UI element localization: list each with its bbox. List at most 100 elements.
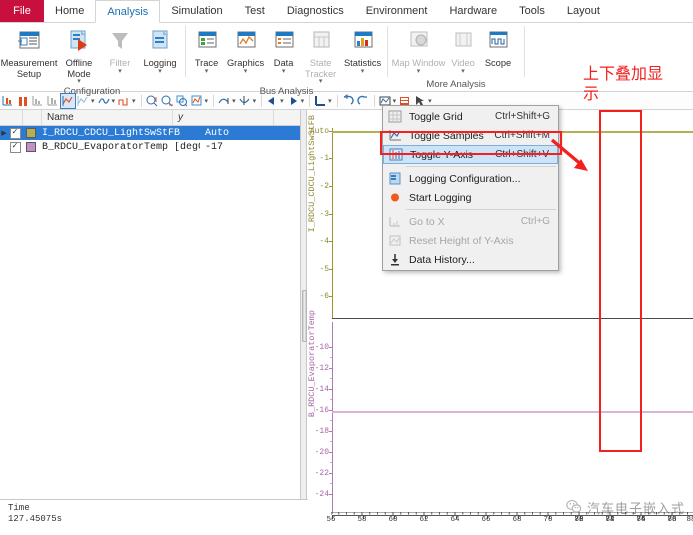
map-window-button[interactable]: Map Window ▾ [391,26,446,75]
scope-button[interactable]: Scope [480,26,516,69]
grid-header-name[interactable]: Name [42,110,173,125]
x-tick-label: 88 [686,516,693,524]
tab-simulation[interactable]: Simulation [160,0,233,22]
y-axis-line-pane1 [332,128,333,318]
data-button[interactable]: Data ▾ [267,26,300,75]
y-tick [329,296,332,297]
legend-caret-icon[interactable]: ▾ [393,97,397,105]
map-window-caret-icon[interactable]: ▾ [417,68,421,75]
menu-item-logging-configuration[interactable]: Logging Configuration... [383,169,558,188]
tab-hardware[interactable]: Hardware [438,0,508,22]
tab-analysis[interactable]: Analysis [95,0,161,23]
row-expander-icon[interactable]: ▶ [0,129,8,138]
y-tick-label: -22 [314,469,329,478]
step-icon[interactable] [117,94,131,108]
tab-home[interactable]: Home [44,0,95,22]
statistics-caret-icon[interactable]: ▾ [361,68,365,75]
marker-left-icon[interactable] [31,94,45,108]
step-back-icon[interactable] [265,94,279,108]
zoom-fit-icon[interactable] [190,94,204,108]
tab-environment[interactable]: Environment [355,0,439,22]
pause-icon[interactable] [16,94,30,108]
video-button[interactable]: Video ▾ [446,26,480,75]
statistics-button[interactable]: Statistics ▾ [341,26,384,75]
axis-origin-icon[interactable] [313,94,327,108]
logging-caret-icon[interactable]: ▾ [158,68,162,75]
state-tracker-button[interactable]: State Tracker ▾ [300,26,341,85]
y-tick-label: -20 [314,448,329,457]
marker-right-icon[interactable] [46,94,60,108]
map-window-icon [404,28,434,56]
smooth-curve-icon[interactable] [76,94,90,108]
wave-icon[interactable] [97,94,111,108]
menu-item-start-logging[interactable]: Start Logging [383,188,558,207]
video-caret-icon[interactable]: ▾ [461,68,465,75]
y-tick-label: -3 [319,210,329,219]
y-tick [329,431,332,432]
offline-mode-icon [64,28,94,56]
data-caret-icon[interactable]: ▾ [282,68,286,75]
row-checkbox[interactable]: ✓ [8,141,22,153]
zoom-area-icon[interactable] [175,94,189,108]
fit-curve-icon[interactable] [60,92,76,109]
row-checkbox[interactable]: ✓ [8,127,22,139]
group-label-more-analysis: More Analysis [426,79,486,90]
step-forward-icon[interactable] [286,94,300,108]
grid-header-y[interactable]: y [173,110,274,125]
menu-item-data-history[interactable]: Data History... [383,250,558,269]
y-tick-minor [330,441,332,442]
row-color-swatch[interactable] [22,128,40,138]
ribbon-group-bus-analysis: Trace ▾ Graphics ▾ Data ▾ State Tracker … [187,23,386,97]
graphics-caret-icon[interactable]: ▾ [244,68,248,75]
measure-cursor-icon[interactable] [1,94,15,108]
tab-diagnostics[interactable]: Diagnostics [276,0,355,22]
ribbon-group-more-analysis: Map Window ▾ Video ▾ Scope More Analysis [389,23,523,91]
logging-label: Logging [143,58,177,68]
reset-height-icon [384,233,405,249]
curve-up-icon[interactable] [217,94,231,108]
trace-label: Trace [194,58,219,68]
row-color-swatch[interactable] [22,142,40,152]
row-y-value[interactable]: -17 [200,142,300,153]
y-tick [329,347,332,348]
trace-icon [192,28,222,56]
trace-caret-icon[interactable]: ▾ [205,68,209,75]
graphics-icon [231,28,261,56]
y-tick-minor [330,420,332,421]
undo-icon[interactable] [341,93,355,108]
zoom-x-icon[interactable] [145,94,159,108]
tab-layout[interactable]: Layout [556,0,611,22]
menu-item-toggle-grid[interactable]: Toggle Grid Ctrl+Shift+G [383,107,558,126]
y-tick [329,494,332,495]
trace-button[interactable]: Trace ▾ [189,26,224,75]
curve-down-icon[interactable] [238,94,252,108]
y-tick-label: -14 [314,385,329,394]
tab-tools[interactable]: Tools [508,0,556,22]
tab-file[interactable]: File [0,0,44,22]
y-tick-label: -1 [319,154,329,163]
statistics-icon [348,28,378,56]
grid-header-color-col [23,110,42,125]
table-row[interactable]: ▶ ✓ I_RDCU_CDCU_LightSwStFB Auto [0,126,300,140]
annotation-arrow-icon [550,138,598,183]
pointer-select-caret-icon[interactable]: ▾ [428,97,432,105]
measurement-setup-button[interactable]: Measurement Setup [1,26,57,79]
zoom-y-icon[interactable] [160,94,174,108]
graphics-button[interactable]: Graphics ▾ [224,26,267,75]
y-tick [329,158,332,159]
tab-test[interactable]: Test [234,0,276,22]
table-row[interactable]: ✓ B_RDCU_EvaporatorTemp [degC] -17 [0,140,300,154]
row-signal-name: I_RDCU_CDCU_LightSwStFB [42,127,181,139]
filter-caret-icon[interactable]: ▾ [118,68,122,75]
y-tick [329,368,332,369]
annotation-highlight-toggle-y-axis [380,131,562,155]
redo-icon[interactable] [356,94,370,108]
y-tick-label: -6 [319,292,329,301]
row-y-value[interactable]: Auto [200,128,300,139]
filter-button[interactable]: Filter ▾ [102,26,138,75]
offline-mode-button[interactable]: Offline Mode ▾ [56,26,102,85]
y-tick-label: -16 [314,406,329,415]
chart-context-menu[interactable]: Toggle Grid Ctrl+Shift+G Toggle Samples … [382,105,559,271]
ribbon-divider-3 [524,26,525,77]
logging-button[interactable]: Logging ▾ [138,26,182,75]
